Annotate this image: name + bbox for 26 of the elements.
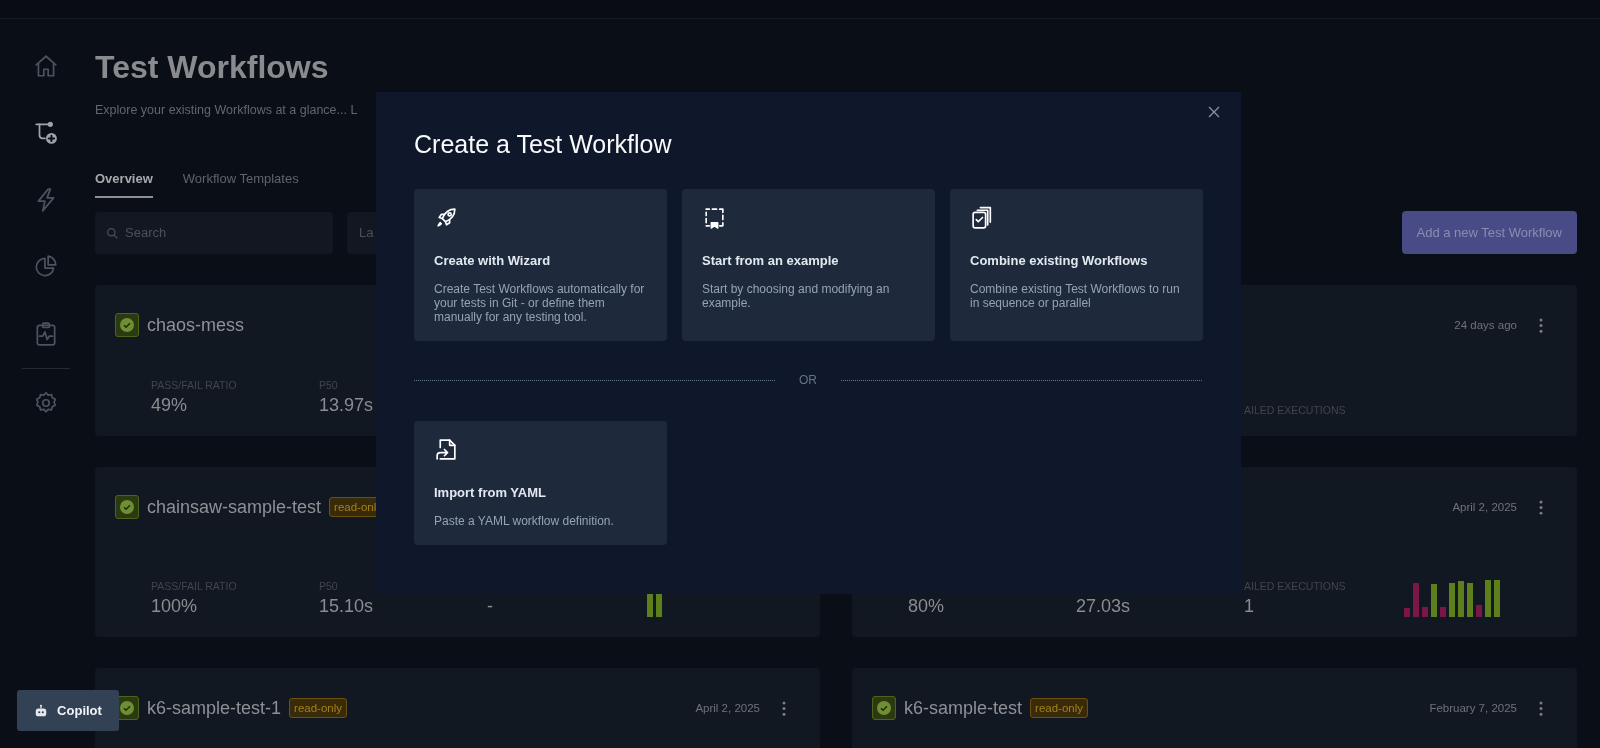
option-description: Paste a YAML workflow definition. [434,514,615,528]
last-run-date: April 2, 2025 [1452,501,1517,513]
option-description: Create Test Workflows automatically for your tests in Git - or define them manually for any testing tool. [434,282,646,324]
metric-value: 80% [908,596,946,617]
option-title: Create with Wizard [434,253,552,268]
option-title: Import from YAML [434,485,547,500]
page-subtitle: Explore your existing Workflows at a glance... L [95,103,358,117]
metric-value: 15.10s [319,596,375,617]
page-title: Test Workflows [95,49,330,85]
last-run-date: 24 days ago [1454,319,1517,331]
option-description: Combine existing Test Workflows to run in sequence or parallel [970,282,1181,310]
option-description: Start by choosing and modifying an example. [702,282,891,310]
metric-value: 49% [151,395,189,416]
or-divider-label: OR [799,373,817,387]
dialog-title: Create a Test Workflow [414,129,673,159]
read-only-tag: read-only [289,698,347,718]
option-title: Start from an example [702,253,840,268]
metric-value: 27.03s [1076,596,1132,617]
option-title: Combine existing Workflows [970,253,1149,268]
last-run-date: April 2, 2025 [695,702,760,714]
metric-value: 1 [1244,596,1255,617]
metric-value: 100% [151,596,199,617]
read-only-tag: read-only [1030,698,1088,718]
metric-value: 13.97s [319,395,375,416]
metric-value: - [487,596,494,617]
last-run-date: February 7, 2025 [1429,702,1517,714]
